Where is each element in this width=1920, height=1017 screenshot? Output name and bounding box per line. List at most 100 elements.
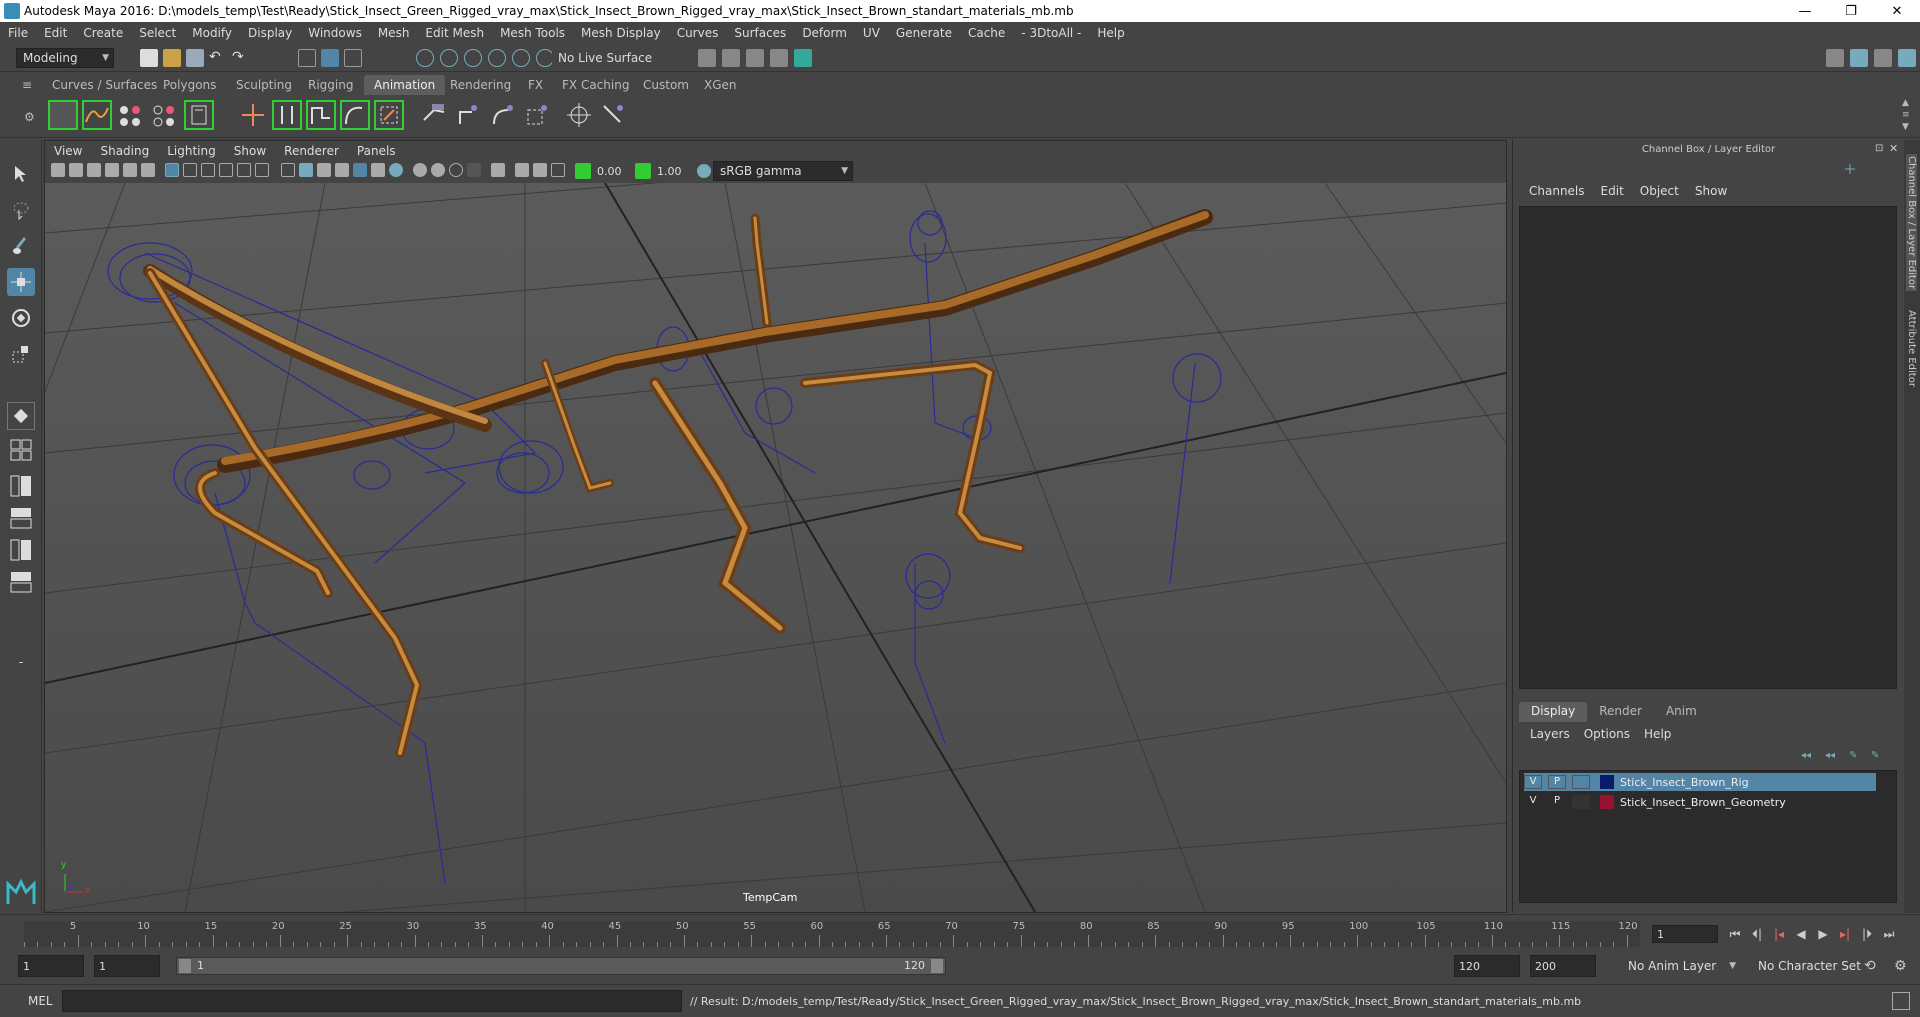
layer-type-toggle[interactable] bbox=[1572, 775, 1590, 789]
side-tab-channel-box[interactable]: Channel Box / Layer Editor bbox=[1906, 154, 1917, 292]
animation-preferences-icon[interactable]: ⚙ bbox=[1894, 958, 1907, 974]
menu-surfaces[interactable]: Surfaces bbox=[726, 26, 794, 40]
command-input[interactable] bbox=[62, 990, 682, 1012]
persp-hypershade-layout-icon[interactable] bbox=[7, 536, 35, 564]
cluster-icon[interactable] bbox=[374, 100, 404, 130]
view-transform-dropdown[interactable]: sRGB gamma ▼ bbox=[713, 161, 853, 181]
live-surface-field[interactable]: No Live Surface bbox=[552, 48, 660, 68]
menu-mesh[interactable]: Mesh bbox=[370, 26, 418, 40]
menu-mesh-display[interactable]: Mesh Display bbox=[573, 26, 669, 40]
ik-spline-icon[interactable] bbox=[306, 100, 336, 130]
shelf-menu-icon[interactable]: ≡ bbox=[22, 78, 32, 92]
use-default-lighting-icon[interactable] bbox=[353, 163, 367, 177]
layer-menu-options[interactable]: Options bbox=[1577, 727, 1637, 741]
undo-icon[interactable]: ↶ bbox=[209, 49, 227, 67]
color-management-icon[interactable] bbox=[697, 164, 711, 178]
channel-box-menu-show[interactable]: Show bbox=[1687, 184, 1735, 198]
render-settings-icon[interactable] bbox=[698, 49, 716, 67]
script-editor-icon[interactable] bbox=[1892, 992, 1910, 1010]
shelf-tab-curves-surfaces[interactable]: Curves / Surfaces bbox=[42, 75, 167, 95]
layer-type-toggle[interactable] bbox=[1572, 795, 1590, 809]
resolution-gate-icon[interactable] bbox=[201, 163, 215, 177]
menu-deform[interactable]: Deform bbox=[794, 26, 855, 40]
textured-icon[interactable] bbox=[335, 163, 349, 177]
shelf-tab-sculpting[interactable]: Sculpting bbox=[226, 75, 302, 95]
ik-handle-icon[interactable] bbox=[272, 100, 302, 130]
select-by-object-icon[interactable] bbox=[321, 49, 339, 67]
maximize-button[interactable]: ❐ bbox=[1828, 0, 1874, 22]
constraint-point-icon[interactable] bbox=[454, 100, 484, 130]
layer-tab-anim[interactable]: Anim bbox=[1654, 702, 1709, 722]
viewport-menu-lighting[interactable]: Lighting bbox=[158, 144, 225, 158]
menu-file[interactable]: File bbox=[0, 26, 36, 40]
menu-3dtoall[interactable]: - 3DtoAll - bbox=[1013, 26, 1089, 40]
screen-space-ao-icon[interactable] bbox=[389, 163, 403, 177]
wireframe-icon[interactable] bbox=[281, 163, 295, 177]
menu-edit[interactable]: Edit bbox=[36, 26, 75, 40]
modeling-toolkit-icon[interactable] bbox=[1826, 49, 1844, 67]
snap-live-icon[interactable] bbox=[512, 49, 530, 67]
redo-icon[interactable]: ↷ bbox=[232, 49, 250, 67]
create-joint-icon[interactable] bbox=[238, 100, 268, 130]
playback-end-field[interactable]: 120 bbox=[1454, 955, 1520, 977]
exposure-field[interactable]: 0.00 bbox=[593, 162, 633, 180]
render-view-icon[interactable] bbox=[770, 49, 788, 67]
attribute-editor-toggle-icon[interactable] bbox=[1850, 49, 1868, 67]
manipulator-icon[interactable] bbox=[1843, 162, 1857, 176]
menu-modify[interactable]: Modify bbox=[184, 26, 240, 40]
film-gate-icon[interactable] bbox=[183, 163, 197, 177]
move-layer-down-icon[interactable]: ◂◂ bbox=[1825, 750, 1839, 762]
exposure-icon[interactable] bbox=[575, 163, 591, 179]
menu-cache[interactable]: Cache bbox=[960, 26, 1013, 40]
viewport-menu-view[interactable]: View bbox=[45, 144, 91, 158]
hypershade-icon[interactable] bbox=[794, 49, 812, 67]
constraint-pole-vector-icon[interactable] bbox=[598, 100, 628, 130]
channel-box-menu-edit[interactable]: Edit bbox=[1593, 184, 1632, 198]
backface-culling-icon[interactable] bbox=[551, 163, 565, 177]
move-tool-icon[interactable] bbox=[7, 268, 35, 296]
wireframe-on-shaded-icon[interactable] bbox=[317, 163, 331, 177]
constraint-scale-icon[interactable] bbox=[522, 100, 552, 130]
layer-visibility-toggle[interactable]: V bbox=[1524, 775, 1542, 789]
playback-start-field[interactable]: 1 bbox=[94, 955, 160, 977]
layer-playback-toggle[interactable]: P bbox=[1548, 775, 1566, 789]
menu-windows[interactable]: Windows bbox=[300, 26, 370, 40]
shelf-options-icon[interactable]: ⚙ bbox=[24, 110, 35, 124]
select-camera-icon[interactable] bbox=[51, 163, 65, 177]
viewport-menu-shading[interactable]: Shading bbox=[91, 144, 158, 158]
lasso-tool-icon[interactable] bbox=[7, 196, 35, 224]
image-plane-icon[interactable] bbox=[105, 163, 119, 177]
bookmark-icon[interactable] bbox=[87, 163, 101, 177]
gamma-field[interactable]: 1.00 bbox=[653, 162, 693, 180]
open-scene-icon[interactable] bbox=[163, 49, 181, 67]
scale-tool-icon[interactable] bbox=[7, 340, 35, 368]
step-back-key-icon[interactable]: |◂ bbox=[1768, 927, 1790, 942]
x-ray-icon[interactable] bbox=[467, 163, 481, 177]
constraint-parent-icon[interactable] bbox=[420, 100, 450, 130]
shelf-tab-custom[interactable]: Custom bbox=[633, 75, 699, 95]
shelf-tab-fx-caching[interactable]: FX Caching bbox=[552, 75, 639, 95]
smooth-shade-icon[interactable] bbox=[299, 163, 313, 177]
2d-pan-zoom-icon[interactable] bbox=[123, 163, 137, 177]
ipr-render-icon[interactable] bbox=[746, 49, 764, 67]
paint-select-tool-icon[interactable] bbox=[7, 232, 35, 260]
layer-color-swatch[interactable] bbox=[1600, 795, 1614, 809]
set-key-translate-icon[interactable] bbox=[116, 100, 146, 130]
menu-display[interactable]: Display bbox=[240, 26, 300, 40]
menu-mesh-tools[interactable]: Mesh Tools bbox=[492, 26, 573, 40]
step-forward-key-icon[interactable]: ▸| bbox=[1834, 927, 1856, 942]
anim-layer-dropdown[interactable]: No Anim Layer ▼ bbox=[1622, 955, 1740, 977]
shelf-tab-xgen[interactable]: XGen bbox=[694, 75, 747, 95]
viewport-3d-canvas[interactable]: y x TempCam bbox=[45, 183, 1506, 912]
persp-graph-layout-icon[interactable] bbox=[7, 504, 35, 532]
menu-select[interactable]: Select bbox=[131, 26, 184, 40]
shadows-icon[interactable] bbox=[371, 163, 385, 177]
single-perspective-view-icon[interactable] bbox=[7, 402, 35, 430]
set-key-icon[interactable] bbox=[48, 100, 78, 130]
menu-edit-mesh[interactable]: Edit Mesh bbox=[417, 26, 492, 40]
layer-menu-layers[interactable]: Layers bbox=[1523, 727, 1577, 741]
grease-pencil-icon[interactable] bbox=[141, 163, 155, 177]
shelf-menu-down-icon[interactable]: ≡ bbox=[1902, 110, 1910, 120]
isolate-select-icon[interactable] bbox=[491, 163, 505, 177]
gate-mask-icon[interactable] bbox=[219, 163, 233, 177]
